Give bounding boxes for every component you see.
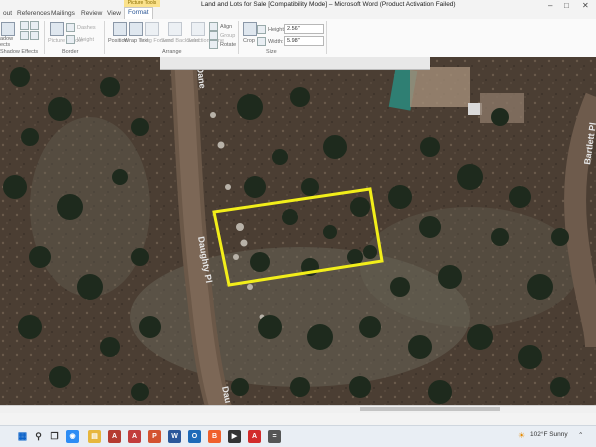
wrap-text-icon[interactable] <box>129 22 143 36</box>
task-view-icon[interactable]: ❐ <box>48 430 61 443</box>
arrange-group-label: Arrange <box>162 49 182 55</box>
width-label: Width: <box>257 37 284 46</box>
acrobat-reader-icon[interactable]: A <box>248 430 261 443</box>
access-icon[interactable]: A <box>128 430 141 443</box>
media-icon[interactable]: ▶ <box>228 430 241 443</box>
start-icon[interactable]: ▦ <box>16 430 29 443</box>
border-group-label: Border <box>62 49 79 55</box>
send-backward-icon[interactable] <box>168 22 182 36</box>
group-divider <box>238 21 239 54</box>
weather-status[interactable]: 102°F Sunny <box>530 431 568 438</box>
document-title: Land and Lots for Sale [Compatibility Mo… <box>201 1 456 8</box>
picture-style-icon-4[interactable] <box>30 31 41 40</box>
rotate-icon <box>209 40 218 49</box>
align-button[interactable]: Align <box>209 22 232 31</box>
tab-review[interactable]: Review <box>78 9 105 19</box>
shadow-effects-group-label: Shadow Effects <box>0 49 39 55</box>
maximize-icon[interactable]: □ <box>564 1 569 10</box>
group-button[interactable]: Group <box>209 31 235 40</box>
title-bar: Picture Tools Land and Lots for Sale [Co… <box>0 0 596 20</box>
selection-pane-icon[interactable] <box>191 22 205 36</box>
align-icon <box>209 22 218 31</box>
aerial-map-image[interactable]: Dane Daughty Pl Dau Bartlett Pl <box>0 57 596 412</box>
shadow-effects-icon[interactable] <box>1 22 15 36</box>
weight-icon <box>66 35 75 44</box>
horizontal-scrollbar[interactable] <box>0 405 596 413</box>
group-divider <box>104 21 105 54</box>
status-bar <box>0 412 596 426</box>
group-divider <box>44 21 45 54</box>
powerpoint-icon[interactable]: P <box>148 430 161 443</box>
weight-dropdown[interactable]: Weight <box>66 35 94 44</box>
height-input[interactable]: 2.56" <box>284 24 324 34</box>
tab-view[interactable]: View <box>104 9 124 19</box>
rotate-button[interactable]: Rotate <box>209 40 236 49</box>
tab-mailings[interactable]: Mailings <box>48 9 78 19</box>
explorer-icon[interactable]: ▤ <box>88 430 101 443</box>
group-divider <box>326 21 327 54</box>
minimize-icon[interactable]: – <box>548 1 552 10</box>
width-input[interactable]: 5.98" <box>284 36 324 46</box>
word-icon[interactable]: W <box>168 430 181 443</box>
ribbon: adow ects Shadow Effects Picture Border … <box>0 19 596 58</box>
taskbar: ▦ ⚲ ❐ ◉ ▤ A A P W O B ▶ A = ☀ 102°F Sunn… <box>0 425 596 447</box>
picture-tools-context-header: Picture Tools <box>124 0 160 7</box>
crop-button[interactable]: Crop <box>243 38 255 44</box>
close-icon[interactable]: ✕ <box>582 1 589 10</box>
position-icon[interactable] <box>113 22 127 36</box>
search-icon[interactable]: ⚲ <box>32 430 45 443</box>
acrobat-icon[interactable]: A <box>108 430 121 443</box>
crop-icon[interactable] <box>243 22 257 36</box>
chevron-up-icon[interactable]: ⌃ <box>578 431 583 439</box>
height-icon <box>257 25 266 34</box>
dashes-icon <box>66 23 75 32</box>
picture-border-icon[interactable] <box>50 22 64 36</box>
weather-icon: ☀ <box>518 431 526 440</box>
calculator-icon[interactable]: = <box>268 430 281 443</box>
picture-style-icon-3[interactable] <box>30 21 41 30</box>
outlook-icon[interactable]: O <box>188 430 201 443</box>
height-label: Height: <box>257 25 285 34</box>
chrome-icon[interactable]: ◉ <box>66 430 79 443</box>
dashes-dropdown[interactable]: Dashes <box>66 23 96 32</box>
brave-icon[interactable]: B <box>208 430 221 443</box>
map-top-strip <box>160 57 430 70</box>
document-area: Dane Daughty Pl Dau Bartlett Pl <box>0 57 596 412</box>
scrollbar-thumb[interactable] <box>360 407 500 411</box>
bring-forward-icon[interactable] <box>145 22 159 36</box>
tab-layout[interactable]: out <box>0 9 15 19</box>
width-icon <box>257 37 266 46</box>
effects-label: ects <box>0 42 11 48</box>
size-group-label: Size <box>266 49 277 55</box>
group-icon <box>209 31 218 40</box>
aerial-map-svg: Dane Daughty Pl Dau Bartlett Pl <box>0 57 596 412</box>
